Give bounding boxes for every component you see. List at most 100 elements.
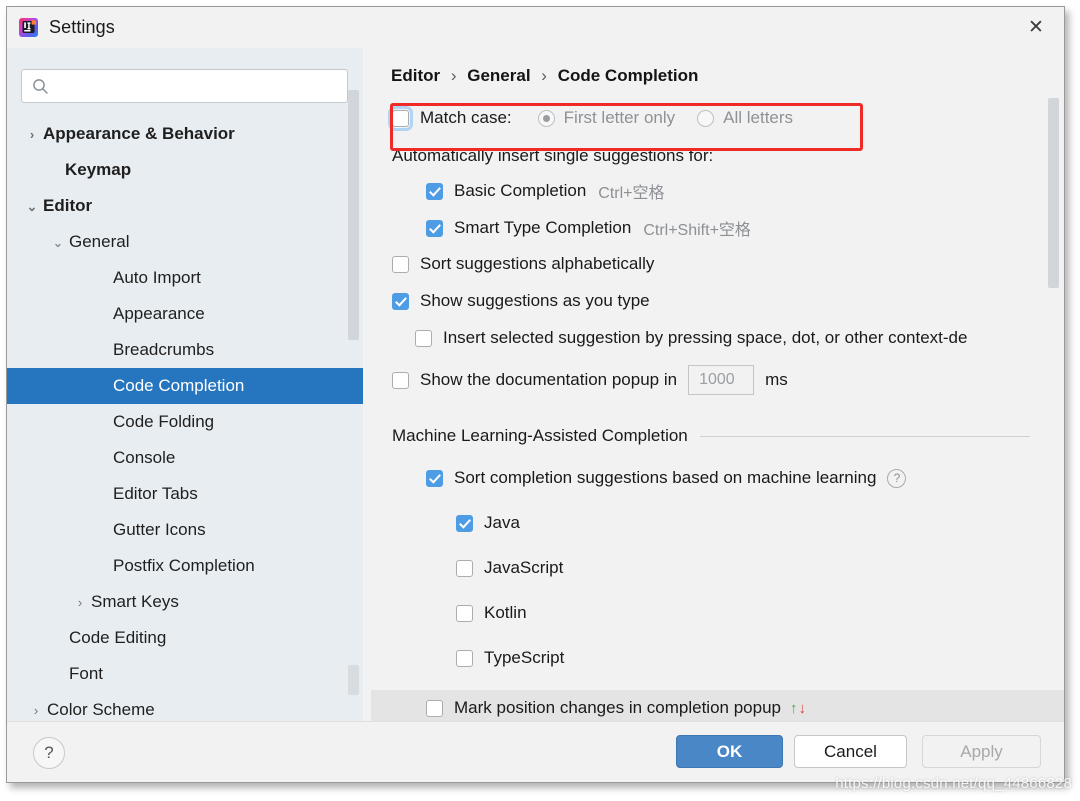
- show-suggestions-checkbox[interactable]: [392, 292, 409, 310]
- doc-popup-checkbox[interactable]: [392, 371, 409, 389]
- breadcrumb: Editor › General › Code Completion: [391, 66, 698, 86]
- insert-selected-checkbox[interactable]: [415, 329, 432, 347]
- sidebar-item-label: Code Editing: [69, 628, 167, 647]
- smart-type-completion-row[interactable]: Smart Type Completion Ctrl+Shift+空格: [426, 216, 751, 240]
- content-scrollbar-thumb[interactable]: [1048, 98, 1059, 288]
- sidebar-item-appearance-behavior[interactable]: › Appearance & Behavior: [7, 116, 363, 152]
- auto-insert-header-label: Automatically insert single suggestions …: [392, 146, 714, 165]
- help-button[interactable]: ?: [33, 737, 65, 769]
- sidebar-item-font[interactable]: ›Font: [7, 656, 363, 692]
- basic-completion-label: Basic Completion: [454, 181, 587, 200]
- apply-button[interactable]: Apply: [922, 735, 1041, 768]
- section-divider: [699, 435, 1030, 437]
- chevron-right-icon[interactable]: ›: [69, 596, 91, 609]
- smart-type-completion-checkbox[interactable]: [426, 219, 443, 237]
- ml-sort-checkbox[interactable]: [426, 469, 443, 487]
- sidebar-scrollbar-thumb[interactable]: [348, 90, 359, 340]
- match-case-label: Match case:: [420, 108, 512, 127]
- ok-button[interactable]: OK: [676, 735, 783, 768]
- screenshot-root: Settings ✕ ›Appearance & Behavior›Keymap…: [0, 0, 1080, 801]
- ml-language-typescript-label: TypeScript: [484, 648, 565, 667]
- sidebar-item-smart-keys[interactable]: › Smart Keys: [7, 584, 363, 620]
- sidebar-item-code-completion[interactable]: ›Code Completion: [7, 368, 363, 404]
- first-letter-only-radio[interactable]: [537, 109, 555, 127]
- sidebar-item-color-scheme[interactable]: › Color Scheme: [7, 692, 363, 722]
- mark-position-row[interactable]: Mark position changes in completion popu…: [426, 698, 806, 718]
- sort-alphabetically-checkbox[interactable]: [392, 255, 409, 273]
- all-letters-radio[interactable]: [697, 109, 715, 127]
- ml-language-java-row[interactable]: Java: [456, 513, 520, 533]
- ml-language-javascript-row[interactable]: JavaScript: [456, 558, 563, 578]
- ml-language-kotlin-checkbox[interactable]: [456, 604, 473, 622]
- search-input[interactable]: [56, 70, 341, 104]
- sidebar-scrollbar-thumb-lower[interactable]: [348, 665, 359, 695]
- auto-insert-header: Automatically insert single suggestions …: [392, 146, 713, 166]
- search-field[interactable]: [21, 69, 348, 104]
- breadcrumb-separator: ›: [541, 66, 547, 85]
- panel-splitter[interactable]: [363, 48, 371, 722]
- sidebar-item-breadcrumbs[interactable]: ›Breadcrumbs: [7, 332, 363, 368]
- chevron-right-icon[interactable]: ›: [21, 128, 43, 141]
- cancel-button[interactable]: Cancel: [794, 735, 907, 768]
- sidebar-item-gutter-icons[interactable]: ›Gutter Icons: [7, 512, 363, 548]
- sidebar-item-label: Code Folding: [113, 412, 215, 431]
- chevron-right-icon[interactable]: ›: [25, 704, 47, 717]
- ml-language-javascript-checkbox[interactable]: [456, 559, 473, 577]
- mark-position-checkbox[interactable]: [426, 699, 443, 717]
- basic-completion-checkbox[interactable]: [426, 182, 443, 200]
- match-case-checkbox[interactable]: [388, 105, 413, 131]
- chevron-down-icon[interactable]: ⌄: [21, 200, 43, 213]
- breadcrumb-item-general[interactable]: General: [467, 66, 530, 85]
- close-icon[interactable]: ✕: [1008, 7, 1064, 48]
- settings-content-panel: Editor › General › Code Completion Match…: [371, 48, 1064, 722]
- ml-sort-row[interactable]: Sort completion suggestions based on mac…: [426, 468, 907, 488]
- insert-selected-label: Insert selected suggestion by pressing s…: [443, 328, 968, 347]
- sidebar-item-label: Console: [113, 448, 176, 467]
- sidebar-item-label: Editor: [43, 196, 93, 215]
- sidebar-item-label: Color Scheme: [47, 700, 155, 719]
- sidebar-item-general[interactable]: ⌄ General: [7, 224, 363, 260]
- sidebar-item-label: Editor Tabs: [113, 484, 198, 503]
- sidebar-item-label: Gutter Icons: [113, 520, 206, 539]
- basic-completion-row[interactable]: Basic Completion Ctrl+空格: [426, 179, 665, 203]
- sidebar-item-code-editing[interactable]: ›Code Editing: [7, 620, 363, 656]
- dialog-title-bar: Settings ✕: [7, 7, 1064, 49]
- breadcrumb-item-editor[interactable]: Editor: [391, 66, 440, 85]
- sidebar-item-console[interactable]: ›Console: [7, 440, 363, 476]
- sort-alphabetically-row[interactable]: Sort suggestions alphabetically: [392, 254, 654, 274]
- sidebar-item-auto-import[interactable]: ›Auto Import: [7, 260, 363, 296]
- breadcrumb-separator: ›: [450, 66, 457, 85]
- ml-sort-label: Sort completion suggestions based on mac…: [454, 468, 877, 487]
- ml-language-kotlin-label: Kotlin: [484, 603, 527, 622]
- ml-section-header: Machine Learning-Assisted Completion: [392, 426, 1030, 446]
- sort-alphabetically-label: Sort suggestions alphabetically: [420, 254, 655, 273]
- help-circle-icon[interactable]: ?: [887, 468, 907, 488]
- show-suggestions-row[interactable]: Show suggestions as you type: [392, 291, 650, 311]
- doc-popup-delay-input[interactable]: 1000: [688, 365, 755, 395]
- sidebar-item-code-folding[interactable]: ›Code Folding: [7, 404, 363, 440]
- chevron-down-icon[interactable]: ⌄: [47, 236, 69, 249]
- sidebar-item-editor[interactable]: ⌄ Editor: [7, 188, 363, 224]
- watermark: https://blog.csdn.net/qq_44866828: [835, 775, 1072, 792]
- ml-language-java-label: Java: [484, 513, 520, 532]
- ml-language-kotlin-row[interactable]: Kotlin: [456, 603, 527, 623]
- doc-popup-unit-label: ms: [765, 370, 788, 389]
- ml-language-typescript-checkbox[interactable]: [456, 649, 473, 667]
- insert-selected-row[interactable]: Insert selected suggestion by pressing s…: [415, 328, 967, 348]
- sidebar-item-editor-tabs[interactable]: ›Editor Tabs: [7, 476, 363, 512]
- sidebar-item-postfix-completion[interactable]: ›Postfix Completion: [7, 548, 363, 584]
- sidebar-item-keymap[interactable]: ›Keymap: [7, 152, 363, 188]
- sidebar-item-appearance[interactable]: ›Appearance: [7, 296, 363, 332]
- sidebar-item-label: Keymap: [65, 160, 132, 179]
- match-case-row: Match case: First letter only All letter…: [388, 105, 793, 131]
- ml-language-java-checkbox[interactable]: [456, 514, 473, 532]
- ml-language-typescript-row[interactable]: TypeScript: [456, 648, 564, 668]
- first-letter-only-label: First letter only: [563, 108, 676, 127]
- intellij-idea-logo-icon: [19, 18, 38, 37]
- doc-popup-label: Show the documentation popup in: [420, 370, 678, 389]
- doc-popup-row[interactable]: Show the documentation popup in 1000 ms: [392, 365, 788, 395]
- sidebar-item-label: Appearance & Behavior: [43, 124, 235, 143]
- ml-section-title: Machine Learning-Assisted Completion: [392, 426, 688, 445]
- breadcrumb-item-code-completion: Code Completion: [557, 66, 699, 85]
- show-suggestions-label: Show suggestions as you type: [420, 291, 650, 310]
